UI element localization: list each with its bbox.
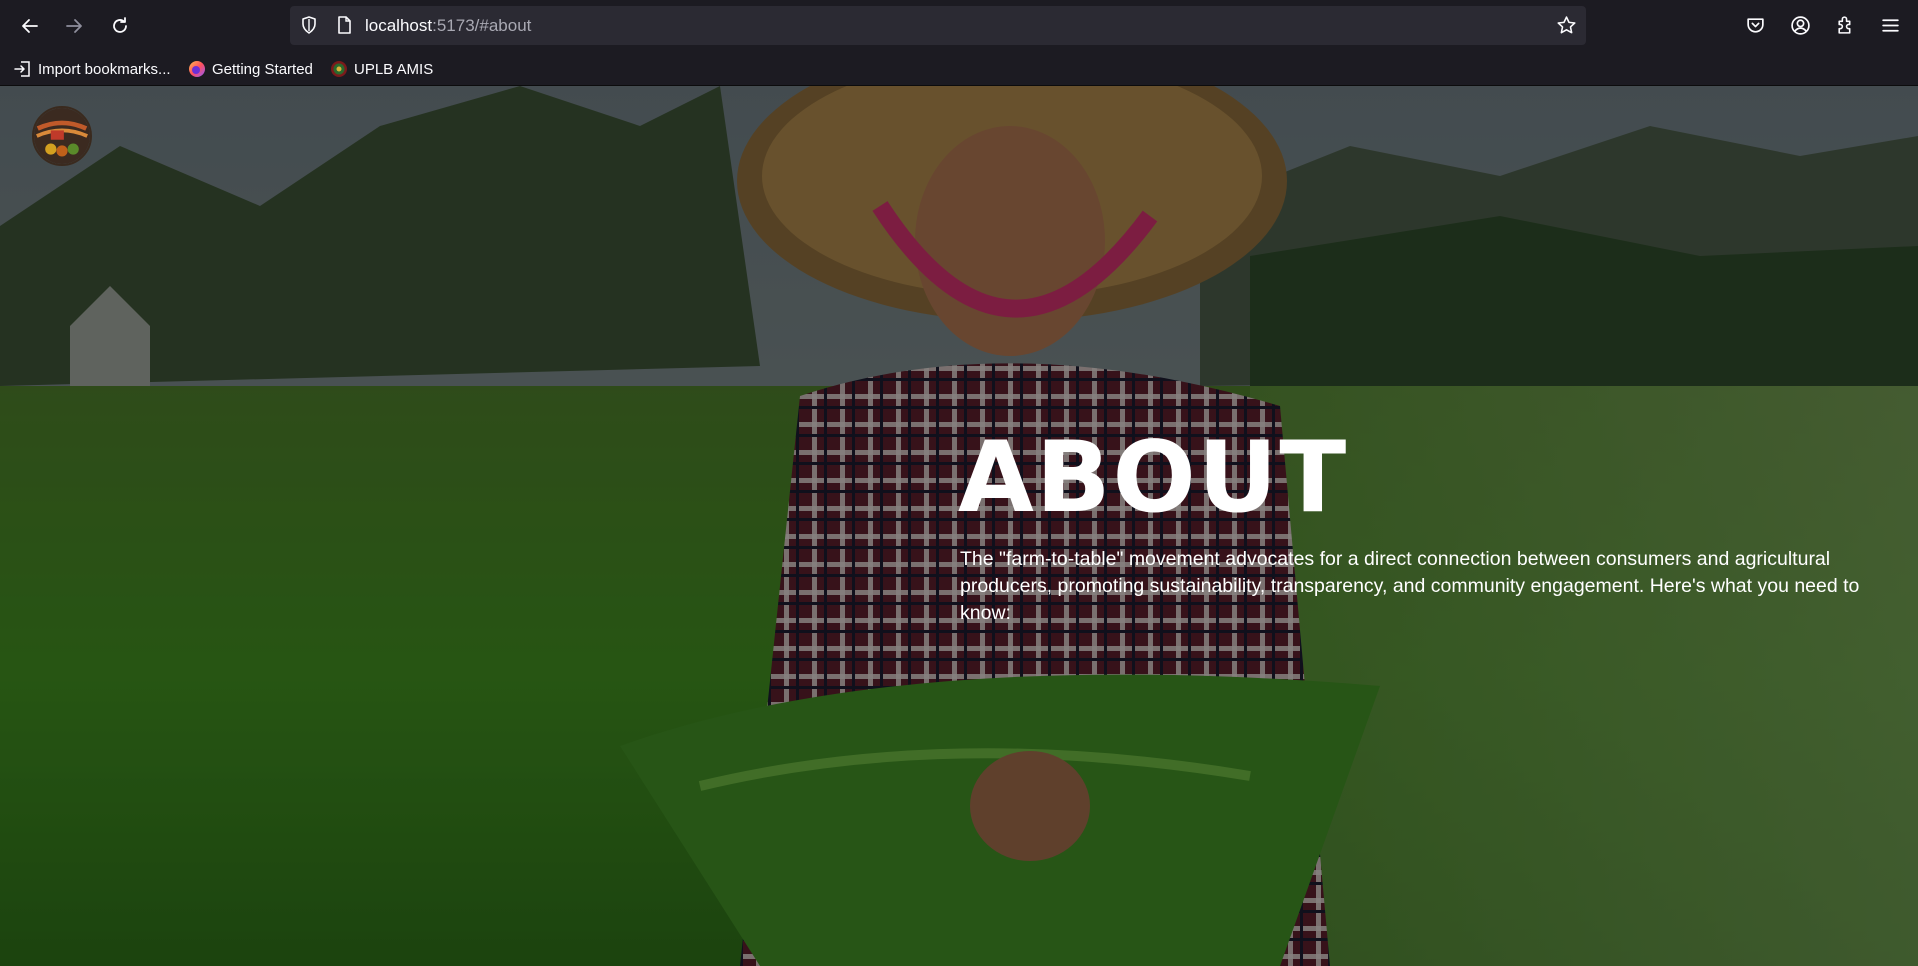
forward-button[interactable] xyxy=(58,10,90,42)
farm-logo-icon xyxy=(34,108,90,164)
account-icon xyxy=(1790,15,1810,35)
url-bar[interactable]: localhost:5173/#about xyxy=(290,6,1586,45)
reload-button[interactable] xyxy=(104,10,136,42)
bookmark-label: UPLB AMIS xyxy=(354,60,434,78)
page-content: ABOUT The "farm-to-table" movement advoc… xyxy=(0,86,1918,966)
url-text[interactable]: localhost:5173/#about xyxy=(365,16,531,36)
browser-toolbar: localhost:5173/#about xyxy=(0,0,1918,52)
browser-window: localhost:5173/#about Import bookmarks..… xyxy=(0,0,1918,966)
bookmark-uplb-amis[interactable]: UPLB AMIS xyxy=(330,59,433,79)
bookmark-getting-started[interactable]: Getting Started xyxy=(188,59,313,79)
pocket-button[interactable] xyxy=(1742,12,1768,38)
bookmark-label: Getting Started xyxy=(212,60,313,78)
puzzle-icon xyxy=(1837,15,1850,34)
url-host: localhost xyxy=(365,16,433,35)
uplb-seal-icon xyxy=(331,61,347,77)
bookmark-import[interactable]: Import bookmarks... xyxy=(14,59,171,79)
about-description: The "farm-to-table" movement advocates f… xyxy=(960,548,1860,624)
hamburger-menu-icon xyxy=(1881,18,1899,32)
forward-arrow-icon xyxy=(66,19,82,33)
account-button[interactable] xyxy=(1787,12,1813,38)
menu-button[interactable] xyxy=(1877,12,1903,38)
bookmark-star-icon[interactable] xyxy=(1556,15,1577,36)
shield-icon[interactable] xyxy=(299,15,319,35)
import-icon xyxy=(14,61,30,77)
back-arrow-icon xyxy=(22,19,38,33)
url-path: :5173/#about xyxy=(432,16,532,35)
page-info-icon[interactable] xyxy=(334,15,354,35)
back-button[interactable] xyxy=(14,10,46,42)
reload-icon xyxy=(113,17,127,33)
pocket-icon xyxy=(1746,17,1764,33)
extensions-button[interactable] xyxy=(1832,12,1858,38)
bookmark-label: Import bookmarks... xyxy=(38,60,171,78)
page-title: ABOUT xyxy=(958,421,1349,535)
bookmarks-bar: Import bookmarks... Getting Started UPLB… xyxy=(0,52,1918,86)
site-logo[interactable] xyxy=(32,106,92,166)
firefox-icon xyxy=(189,61,205,77)
